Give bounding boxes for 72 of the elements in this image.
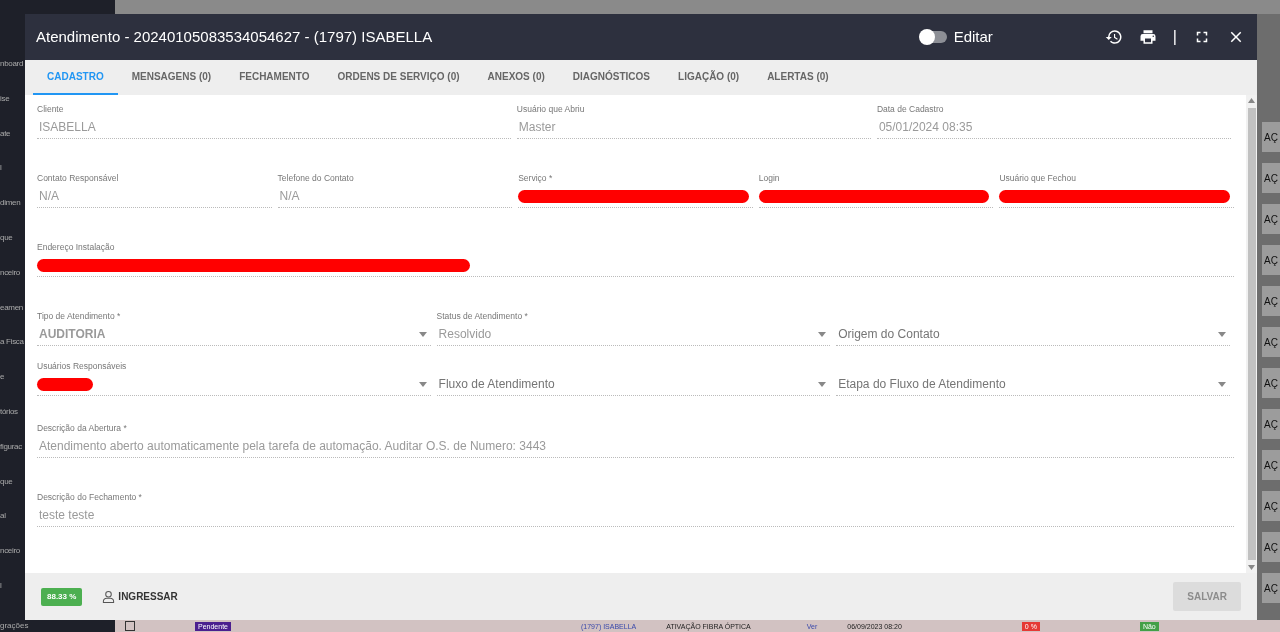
tab[interactable]: ANEXOS (0) bbox=[473, 60, 559, 95]
action-button[interactable]: AÇ bbox=[1262, 491, 1280, 521]
progress-badge: 88.33 % bbox=[41, 587, 83, 606]
sidebar-item[interactable]: eamen bbox=[0, 301, 25, 337]
scroll-down-icon[interactable] bbox=[1248, 565, 1255, 570]
join-button[interactable]: INGRESSAR bbox=[102, 589, 178, 604]
field-label: Descrição da Abertura * bbox=[37, 422, 128, 435]
caret-icon bbox=[818, 381, 827, 387]
action-button[interactable]: AÇ bbox=[1262, 327, 1280, 357]
tab[interactable]: LIGAÇÃO (0) bbox=[664, 60, 754, 95]
sidebar-item[interactable]: ate bbox=[0, 127, 25, 163]
action-button[interactable]: AÇ bbox=[1262, 368, 1280, 398]
caret-icon bbox=[418, 381, 427, 387]
action-button[interactable]: AÇ bbox=[1262, 573, 1280, 603]
field-label: Usuários Responsáveis bbox=[37, 360, 128, 373]
action-button[interactable]: AÇ bbox=[1262, 286, 1280, 316]
field-label: Data de Cadastro bbox=[876, 103, 945, 116]
field-label: Serviço * bbox=[518, 172, 554, 185]
sidebar-item[interactable]: que bbox=[0, 475, 25, 511]
sidebar-item[interactable]: figurac bbox=[0, 440, 25, 476]
user-icon bbox=[102, 590, 116, 603]
action-button[interactable]: AÇ bbox=[1262, 532, 1280, 562]
checkbox[interactable] bbox=[125, 621, 135, 631]
action-button[interactable]: AÇ bbox=[1262, 122, 1280, 152]
field-label: Tipo de Atendimento * bbox=[37, 310, 122, 323]
edit-switch[interactable] bbox=[920, 31, 947, 43]
select-field[interactable]: Origem do Contato bbox=[836, 325, 1218, 343]
field-label: Usuário que Fechou bbox=[999, 172, 1077, 185]
history-icon[interactable] bbox=[1104, 28, 1123, 46]
caret-icon bbox=[818, 331, 827, 337]
field-label: Endereço Instalação bbox=[37, 241, 116, 254]
caret-icon bbox=[1217, 381, 1226, 387]
select-field[interactable]: Etapa do Fluxo de Atendimento bbox=[836, 375, 1218, 393]
modal-title: Atendimento - 20240105083534054627 - (1797) ISABELLA bbox=[36, 26, 433, 47]
field-label: Login bbox=[758, 172, 781, 185]
edit-label: Editar bbox=[953, 26, 993, 47]
action-button[interactable]: AÇ bbox=[1262, 409, 1280, 439]
caret-icon bbox=[418, 331, 427, 337]
sidebar-item[interactable]: al bbox=[0, 510, 25, 546]
field-label: Cliente bbox=[37, 103, 65, 116]
field-label: Usuário que Abriu bbox=[516, 103, 586, 116]
select-field[interactable]: Fluxo de Atendimento bbox=[436, 375, 819, 393]
scroll-thumb[interactable] bbox=[1247, 108, 1256, 560]
tab[interactable]: MENSAGENS (0) bbox=[117, 60, 226, 95]
sidebar-item[interactable]: a Fisca bbox=[0, 336, 25, 372]
sidebar-item[interactable]: dimen bbox=[0, 197, 25, 232]
sidebar-item[interactable]: grações bbox=[0, 620, 115, 632]
sidebar-item[interactable]: nceiro bbox=[0, 545, 25, 580]
sidebar-item[interactable]: ise bbox=[0, 92, 25, 128]
sidebar-item[interactable]: nboard bbox=[0, 58, 25, 93]
caret-icon bbox=[1217, 331, 1226, 337]
field-label: Descrição do Fechamento * bbox=[37, 491, 143, 504]
tab[interactable]: FECHAMENTO bbox=[225, 60, 324, 95]
action-button[interactable]: AÇ bbox=[1262, 204, 1280, 234]
tab[interactable]: DIAGNÓSTICOS bbox=[558, 60, 665, 95]
tab[interactable]: ALERTAS (0) bbox=[753, 60, 843, 95]
scroll-up-icon[interactable] bbox=[1248, 98, 1255, 103]
field-label: Contato Responsável bbox=[37, 172, 120, 185]
header-separator: | bbox=[1172, 27, 1177, 47]
action-button[interactable]: AÇ bbox=[1262, 163, 1280, 193]
sidebar-item[interactable]: tórios bbox=[0, 405, 25, 441]
sidebar-item[interactable]: nceiro bbox=[0, 266, 25, 302]
print-icon[interactable] bbox=[1138, 28, 1157, 46]
tab[interactable]: ORDENS DE SERVIÇO (0) bbox=[323, 60, 474, 95]
action-button[interactable]: AÇ bbox=[1262, 450, 1280, 480]
field-label: Status de Atendimento * bbox=[436, 310, 529, 323]
sidebar-item[interactable]: e bbox=[0, 371, 25, 406]
action-button[interactable]: AÇ bbox=[1262, 245, 1280, 275]
sidebar-item[interactable]: l bbox=[0, 162, 25, 198]
field-label: Telefone do Contato bbox=[277, 172, 355, 185]
sidebar-item[interactable]: l bbox=[0, 579, 25, 615]
sidebar-item[interactable]: que bbox=[0, 232, 25, 267]
